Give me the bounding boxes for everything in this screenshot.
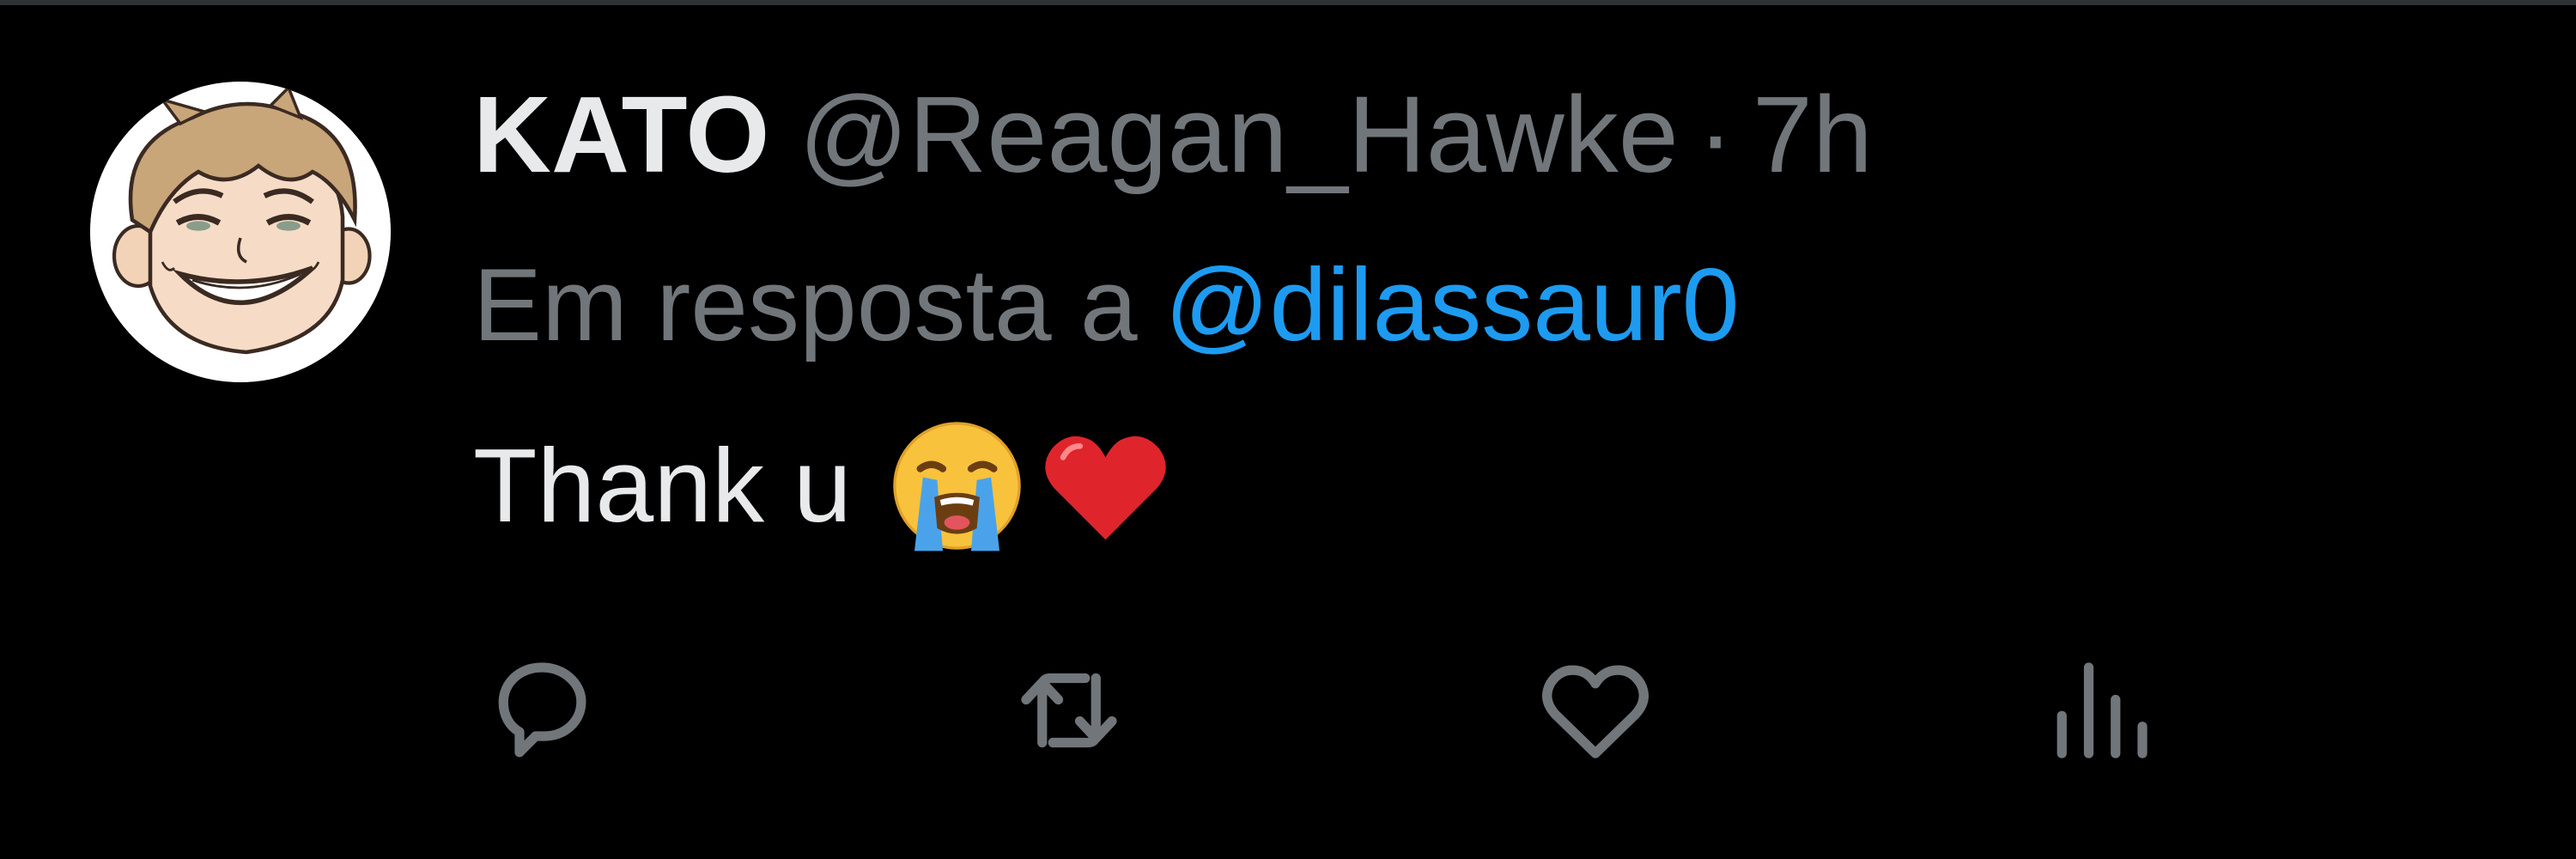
analytics-icon	[2057, 662, 2148, 758]
reply-button[interactable]	[477, 646, 605, 775]
retweet-button[interactable]	[1005, 646, 1133, 775]
retweet-icon	[1021, 673, 1117, 748]
top-divider	[0, 0, 2576, 5]
tweet-header: KATO @Reagan_Hawke · 7h	[473, 79, 1873, 191]
heart-icon	[1542, 665, 1649, 758]
like-button[interactable]	[1531, 646, 1660, 775]
red-heart-emoji-icon	[1035, 415, 1176, 557]
tweet-timestamp[interactable]: 7h	[1753, 79, 1873, 191]
reply-context-label: Em resposta a	[473, 247, 1138, 362]
loudly-crying-face-emoji-icon	[886, 415, 1028, 557]
reply-context: Em resposta a @dilassaur0	[473, 249, 1739, 361]
reply-icon	[498, 662, 586, 758]
avatar[interactable]	[90, 82, 391, 382]
author-handle[interactable]: @Reagan_Hawke	[799, 79, 1679, 191]
reply-mention-link[interactable]: @dilassaur0	[1165, 249, 1740, 361]
tweet-body: Thank u	[473, 421, 1176, 551]
author-display-name[interactable]: KATO	[473, 79, 769, 191]
header-separator: ·	[1697, 74, 1734, 195]
views-button[interactable]	[2035, 646, 2164, 775]
cartoon-avatar-icon	[90, 82, 391, 382]
tweet-text: Thank u	[473, 427, 852, 544]
